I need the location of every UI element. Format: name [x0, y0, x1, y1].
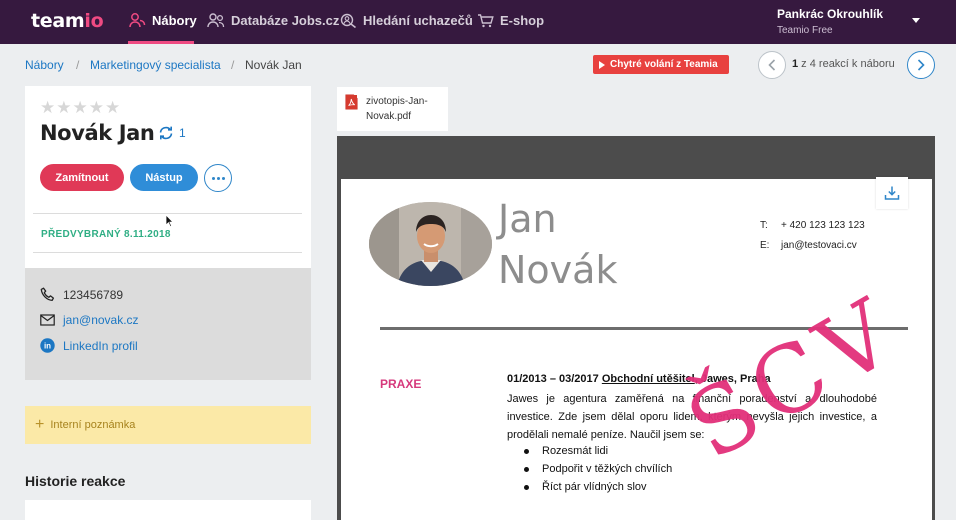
- smart-call-label: Chytré volání z Teamia: [610, 59, 718, 70]
- people-icon: [129, 13, 146, 28]
- breadcrumb-candidate: Novák Jan: [245, 58, 302, 72]
- cv-email-label: E:: [760, 240, 770, 251]
- list-item: Říct pár vlídných slov: [524, 478, 672, 496]
- contact-email[interactable]: jan@novak.cz: [40, 313, 139, 327]
- linkedin-link[interactable]: LinkedIn profil: [63, 339, 138, 353]
- candidate-name: Novák Jan: [40, 121, 155, 145]
- chevron-right-icon: [917, 59, 925, 71]
- file-name: zivotopis-Jan-Novak.pdf: [366, 96, 428, 122]
- nav-label: Databáze Jobs.cz: [231, 13, 340, 28]
- internal-note-button[interactable]: + Interní poznámka: [25, 406, 311, 444]
- more-actions-button[interactable]: [204, 164, 232, 192]
- nav-item-hledani[interactable]: Hledání uchazečů: [340, 13, 473, 28]
- star-icon[interactable]: ★: [40, 99, 55, 116]
- envelope-icon: [40, 314, 55, 326]
- previous-reaction-button[interactable]: [758, 51, 786, 79]
- status-badge: PŘEDVYBRANÝ 8.11.2018: [41, 229, 171, 240]
- linkedin-icon: in: [40, 338, 55, 353]
- star-icon[interactable]: ★: [56, 99, 71, 116]
- nav-label: E-shop: [500, 13, 545, 28]
- file-tab[interactable]: zivotopis-Jan-Novak.pdf: [337, 87, 448, 131]
- user-plan: Teamio Free: [777, 25, 833, 36]
- candidate-rating[interactable]: ★ ★ ★ ★ ★: [40, 99, 120, 116]
- cv-email: jan@testovaci.cv: [781, 240, 857, 251]
- phone-number: 123456789: [63, 287, 124, 302]
- user-name[interactable]: Pankrác Okrouhlík: [777, 7, 883, 21]
- reaction-pager-text: 1 z 4 reakcí k náboru: [792, 58, 895, 70]
- breadcrumb-nabory[interactable]: Nábory: [25, 58, 64, 72]
- smart-call-button[interactable]: Chytré volání z Teamia: [593, 55, 729, 74]
- chevron-left-icon: [768, 59, 776, 71]
- download-button[interactable]: [876, 177, 908, 209]
- history-card: [25, 500, 311, 520]
- breadcrumb-separator: /: [76, 58, 80, 72]
- start-button[interactable]: Nástup: [130, 164, 198, 191]
- history-title: Historie reakce: [25, 473, 126, 489]
- cv-first-name: Jan: [498, 197, 557, 241]
- svg-text:in: in: [44, 342, 51, 351]
- cv-last-name: Novák: [498, 248, 618, 292]
- pdf-file-icon: [345, 94, 358, 110]
- nav-item-databaze[interactable]: Databáze Jobs.cz: [207, 13, 339, 28]
- cv-skills-list: Rozesmát lidi Podpořit v těžkých chvílíc…: [524, 442, 672, 496]
- top-navigation-bar: teamio Nábory Databáze Jobs.cz Hledání u…: [0, 0, 956, 44]
- next-reaction-button[interactable]: [907, 51, 935, 79]
- star-icon[interactable]: ★: [73, 99, 88, 116]
- reject-button[interactable]: Zamítnout: [40, 164, 124, 191]
- cart-icon: [478, 14, 494, 28]
- list-item: Podpořit v těžkých chvílích: [524, 460, 672, 478]
- cv-section-title: PRAXE: [380, 377, 422, 391]
- user-menu-caret-icon[interactable]: [912, 18, 920, 23]
- search-people-icon: [340, 13, 356, 28]
- divider: [33, 252, 302, 253]
- cv-phone: + 420 123 123 123: [781, 220, 865, 231]
- play-icon: [599, 60, 605, 69]
- database-people-icon: [207, 13, 225, 28]
- plus-icon: +: [35, 416, 45, 433]
- nav-label: Hledání uchazečů: [363, 13, 473, 28]
- internal-note-label: Interní poznámka: [50, 419, 136, 431]
- email-link[interactable]: jan@novak.cz: [63, 313, 139, 327]
- breadcrumb-position[interactable]: Marketingový specialista: [90, 58, 221, 72]
- download-icon: [884, 186, 900, 200]
- cv-phone-label: T:: [760, 220, 768, 231]
- nav-label: Nábory: [152, 13, 197, 28]
- phone-icon: [40, 287, 55, 301]
- reaction-count-link[interactable]: 1: [158, 126, 186, 140]
- candidate-photo: [369, 202, 492, 286]
- nav-item-eshop[interactable]: E-shop: [477, 13, 544, 28]
- sync-icon: [159, 126, 173, 140]
- active-tab-indicator: [128, 41, 194, 44]
- mouse-cursor-icon: [165, 214, 174, 228]
- contact-phone[interactable]: 123456789: [40, 287, 123, 302]
- list-item: Rozesmát lidi: [524, 442, 672, 460]
- contact-linkedin[interactable]: in LinkedIn profil: [40, 338, 138, 353]
- nav-item-nabory[interactable]: Nábory: [129, 13, 197, 28]
- reaction-count: 1: [179, 126, 186, 140]
- star-icon[interactable]: ★: [105, 99, 120, 116]
- breadcrumb-separator: /: [231, 58, 235, 72]
- teamio-logo[interactable]: teamio: [31, 10, 104, 32]
- star-icon[interactable]: ★: [89, 99, 104, 116]
